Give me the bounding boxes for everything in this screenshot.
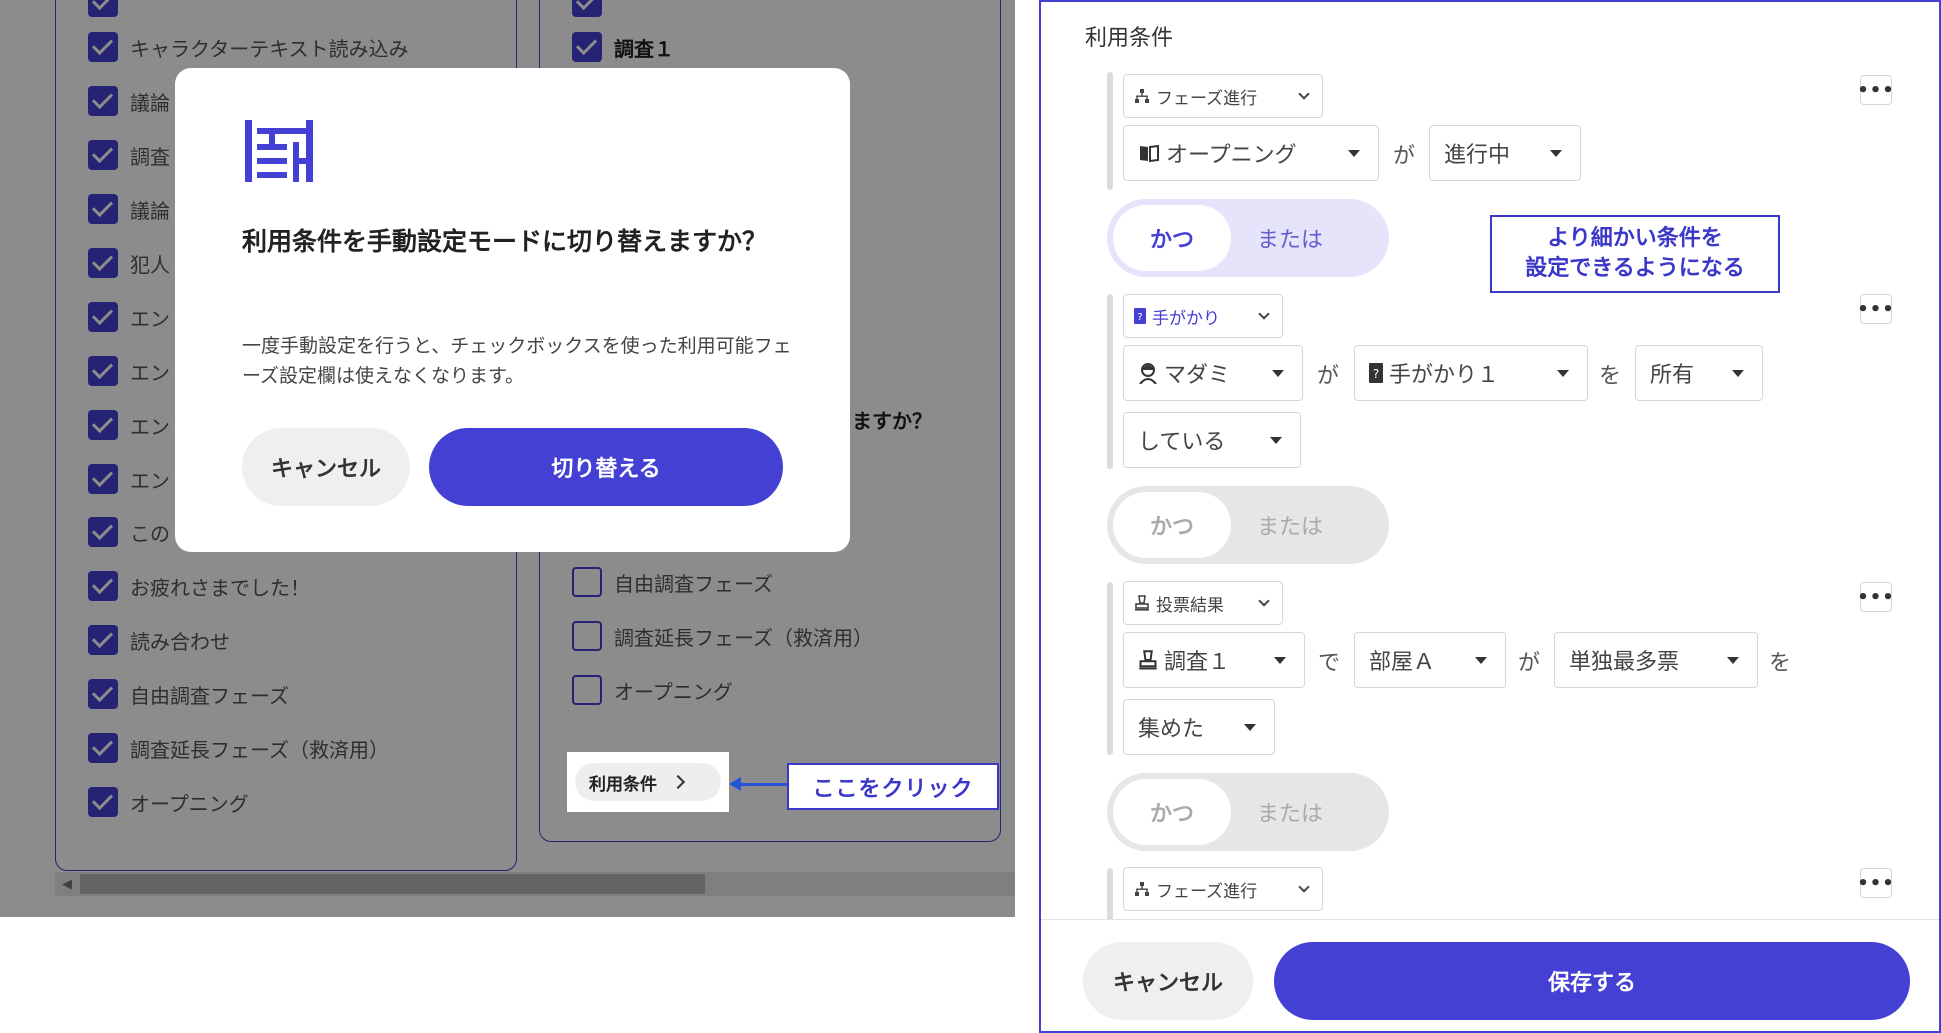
or-option[interactable]: または — [1257, 199, 1323, 277]
cancel-button[interactable]: キャンセル — [242, 428, 410, 506]
click-here-callout: ここをクリック — [787, 763, 999, 810]
callout-arrow-line — [738, 783, 790, 786]
conditions-editor: 利用条件 フェーズ進行 ••• オープニング が 進行中 かつ または より細か… — [1039, 0, 1941, 1033]
editor-footer: キャンセル 保存する — [1041, 919, 1939, 1031]
chevron-down-icon — [1732, 369, 1744, 377]
and-option[interactable]: かつ — [1113, 492, 1231, 558]
save-button[interactable]: 保存する — [1274, 942, 1910, 1020]
phase-select[interactable]: オープニング — [1123, 125, 1379, 181]
clue-card-icon: ? — [1134, 308, 1146, 324]
chevron-right-icon — [670, 774, 686, 790]
detail-callout: より細かい条件を 設定できるようになる — [1490, 215, 1780, 293]
more-options-button[interactable]: ••• — [1857, 294, 1894, 324]
and-option[interactable]: かつ — [1113, 779, 1231, 845]
more-options-button[interactable]: ••• — [1857, 868, 1894, 898]
vote-stamp-icon — [1134, 595, 1150, 611]
state-select[interactable]: している — [1123, 412, 1301, 468]
connector-word: で — [1318, 651, 1341, 676]
more-options-button[interactable]: ••• — [1857, 582, 1894, 612]
and-or-toggle[interactable]: かつ または — [1107, 486, 1389, 564]
dialog-message: 一度手動設定を行うと、チェックボックスを使った利用可能フェーズ設定欄は使えなくな… — [242, 335, 792, 387]
chevron-down-icon — [1272, 369, 1284, 377]
chevron-down-icon — [1550, 149, 1562, 157]
cancel-button[interactable]: キャンセル — [1083, 942, 1253, 1020]
chevron-down-icon — [1258, 308, 1270, 320]
book-icon — [1138, 143, 1160, 163]
phase-select[interactable]: 調査１ — [1123, 632, 1305, 688]
hierarchy-icon — [1134, 881, 1150, 897]
chevron-down-icon — [1557, 369, 1569, 377]
condition-type-select[interactable]: フェーズ進行 — [1123, 867, 1323, 911]
connector-word: が — [1393, 144, 1416, 169]
conditions-button-label: 利用条件 — [589, 774, 657, 795]
clue-card-icon: ? — [1369, 363, 1383, 383]
avatar-icon — [1138, 362, 1158, 384]
clue-select[interactable]: ? 手がかり１ — [1354, 345, 1588, 401]
chevron-down-icon — [1270, 436, 1282, 444]
condition-type-select[interactable]: フェーズ進行 — [1123, 74, 1323, 118]
block-indent-bar — [1107, 582, 1113, 755]
vote-result-select[interactable]: 単独最多票 — [1554, 632, 1758, 688]
svg-text:?: ? — [1137, 312, 1142, 323]
and-or-toggle[interactable]: かつ または — [1107, 199, 1389, 277]
background-screen: キャラクターテキスト読み込み 議論 調査 議論 犯人 エン エン エン エン こ… — [0, 0, 1015, 917]
dialog-title: 利用条件を手動設定モードに切り替えますか？ — [242, 227, 768, 256]
connector-word: が — [1317, 364, 1340, 389]
condition-type-select[interactable]: ? 手がかり — [1123, 294, 1283, 338]
chevron-down-icon — [1258, 595, 1270, 607]
more-options-button[interactable]: ••• — [1857, 75, 1894, 105]
switch-button[interactable]: 切り替える — [429, 428, 783, 506]
chevron-down-icon — [1274, 656, 1286, 664]
status-select[interactable]: 進行中 — [1429, 125, 1581, 181]
hierarchy-icon — [1134, 88, 1150, 104]
app-logo-icon — [245, 120, 313, 182]
condition-type-select[interactable]: 投票結果 — [1123, 581, 1283, 625]
connector-word: を — [1599, 364, 1622, 389]
switch-mode-dialog: 利用条件を手動設定モードに切り替えますか？ 一度手動設定を行うと、チェックボック… — [175, 68, 850, 552]
vote-stamp-icon — [1138, 650, 1158, 670]
chevron-down-icon — [1244, 723, 1256, 731]
block-indent-bar — [1107, 72, 1113, 190]
room-select[interactable]: 部屋Ａ — [1354, 632, 1506, 688]
conditions-button[interactable]: 利用条件 — [575, 763, 721, 801]
or-option[interactable]: または — [1257, 486, 1323, 564]
or-option[interactable]: または — [1257, 773, 1323, 851]
action-select[interactable]: 集めた — [1123, 699, 1275, 755]
block-indent-bar — [1107, 294, 1113, 469]
and-option[interactable]: かつ — [1113, 205, 1231, 271]
chevron-down-icon — [1475, 656, 1487, 664]
character-select[interactable]: マダミ — [1123, 345, 1303, 401]
connector-word: を — [1769, 651, 1792, 676]
possession-select[interactable]: 所有 — [1635, 345, 1763, 401]
chevron-down-icon — [1298, 88, 1310, 100]
chevron-down-icon — [1727, 656, 1739, 664]
editor-title: 利用条件 — [1085, 26, 1174, 51]
and-or-toggle[interactable]: かつ または — [1107, 773, 1389, 851]
chevron-down-icon — [1298, 881, 1310, 893]
chevron-down-icon — [1348, 149, 1360, 157]
svg-text:?: ? — [1373, 367, 1379, 381]
connector-word: が — [1518, 651, 1541, 676]
